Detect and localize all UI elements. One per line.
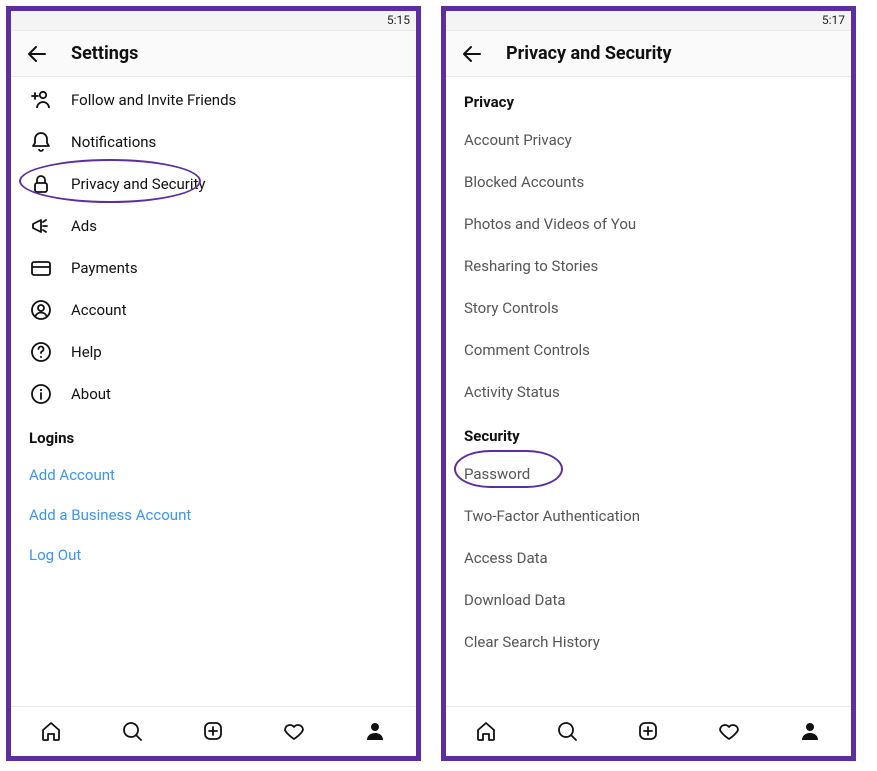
settings-item-label: Ads — [71, 217, 97, 235]
item-label: Two-Factor Authentication — [464, 507, 640, 525]
item-label: Account Privacy — [464, 131, 572, 149]
heart-icon — [282, 719, 308, 745]
home-icon — [474, 719, 500, 745]
clock: 5:15 — [387, 13, 410, 27]
search-icon — [120, 719, 146, 745]
item-label: Download Data — [464, 591, 566, 609]
item-two-factor-auth[interactable]: Two-Factor Authentication — [446, 495, 851, 537]
nav-search[interactable] — [554, 718, 582, 746]
nav-activity[interactable] — [716, 718, 744, 746]
heart-icon — [717, 719, 743, 745]
link-label: Add Account — [29, 466, 115, 484]
item-story-controls[interactable]: Story Controls — [446, 287, 851, 329]
settings-item-notifications[interactable]: Notifications — [11, 121, 416, 163]
nav-profile[interactable] — [797, 718, 825, 746]
item-password[interactable]: Password — [446, 453, 851, 495]
follow-invite-icon — [29, 88, 53, 112]
item-activity-status[interactable]: Activity Status — [446, 371, 851, 413]
item-photos-videos-of-you[interactable]: Photos and Videos of You — [446, 203, 851, 245]
settings-item-label: Privacy and Security — [71, 175, 206, 193]
item-label: Photos and Videos of You — [464, 215, 636, 233]
search-icon — [555, 719, 581, 745]
nav-activity[interactable] — [281, 718, 309, 746]
item-label: Comment Controls — [464, 341, 590, 359]
settings-item-account[interactable]: Account — [11, 289, 416, 331]
status-bar: 5:15 — [11, 11, 416, 31]
privacy-security-screen: 5:17 Privacy and Security Privacy Accoun… — [441, 6, 856, 761]
item-label: Activity Status — [464, 383, 560, 401]
profile-icon — [798, 719, 824, 745]
add-post-icon — [201, 719, 227, 745]
user-circle-icon — [29, 298, 53, 322]
link-label: Log Out — [29, 546, 81, 564]
megaphone-icon — [29, 214, 53, 238]
logins-heading: Logins — [11, 415, 416, 455]
item-access-data[interactable]: Access Data — [446, 537, 851, 579]
page-title: Settings — [71, 43, 138, 64]
back-arrow-icon — [460, 42, 484, 66]
item-account-privacy[interactable]: Account Privacy — [446, 119, 851, 161]
bottom-nav — [446, 706, 851, 756]
settings-item-label: Payments — [71, 259, 138, 277]
link-add-account[interactable]: Add Account — [11, 455, 416, 495]
card-icon — [29, 256, 53, 280]
privacy-heading: Privacy — [446, 79, 851, 119]
nav-add[interactable] — [635, 718, 663, 746]
back-button[interactable] — [460, 42, 484, 66]
lock-icon — [29, 172, 53, 196]
nav-search[interactable] — [119, 718, 147, 746]
settings-item-payments[interactable]: Payments — [11, 247, 416, 289]
privacy-list: Privacy Account Privacy Blocked Accounts… — [446, 77, 851, 706]
bottom-nav — [11, 706, 416, 756]
settings-item-follow-invite[interactable]: Follow and Invite Friends — [11, 79, 416, 121]
item-label: Story Controls — [464, 299, 559, 317]
security-heading: Security — [446, 413, 851, 453]
item-label: Clear Search History — [464, 633, 600, 651]
nav-home[interactable] — [473, 718, 501, 746]
nav-profile[interactable] — [362, 718, 390, 746]
settings-item-ads[interactable]: Ads — [11, 205, 416, 247]
item-download-data[interactable]: Download Data — [446, 579, 851, 621]
settings-item-label: Follow and Invite Friends — [71, 91, 236, 109]
item-clear-search-history[interactable]: Clear Search History — [446, 621, 851, 663]
item-comment-controls[interactable]: Comment Controls — [446, 329, 851, 371]
header: Settings — [11, 31, 416, 77]
link-log-out[interactable]: Log Out — [11, 535, 416, 575]
status-bar: 5:17 — [446, 11, 851, 31]
settings-item-about[interactable]: About — [11, 373, 416, 415]
add-post-icon — [636, 719, 662, 745]
settings-item-help[interactable]: Help — [11, 331, 416, 373]
bell-icon — [29, 130, 53, 154]
item-label: Password — [464, 465, 530, 483]
item-resharing-to-stories[interactable]: Resharing to Stories — [446, 245, 851, 287]
link-label: Add a Business Account — [29, 506, 191, 524]
nav-home[interactable] — [38, 718, 66, 746]
header: Privacy and Security — [446, 31, 851, 77]
item-label: Blocked Accounts — [464, 173, 584, 191]
item-blocked-accounts[interactable]: Blocked Accounts — [446, 161, 851, 203]
info-icon — [29, 382, 53, 406]
back-button[interactable] — [25, 42, 49, 66]
back-arrow-icon — [25, 42, 49, 66]
clock: 5:17 — [822, 13, 845, 27]
page-title: Privacy and Security — [506, 43, 672, 64]
settings-item-label: Notifications — [71, 133, 156, 151]
settings-list: Follow and Invite Friends Notifications … — [11, 77, 416, 706]
item-label: Resharing to Stories — [464, 257, 598, 275]
home-icon — [39, 719, 65, 745]
nav-add[interactable] — [200, 718, 228, 746]
settings-item-label: Account — [71, 301, 127, 319]
settings-screen: 5:15 Settings Follow and Invite Friends … — [6, 6, 421, 761]
help-icon — [29, 340, 53, 364]
link-add-business-account[interactable]: Add a Business Account — [11, 495, 416, 535]
settings-item-label: About — [71, 385, 111, 403]
item-label: Access Data — [464, 549, 548, 567]
settings-item-label: Help — [71, 343, 102, 361]
profile-icon — [363, 719, 389, 745]
settings-item-privacy-security[interactable]: Privacy and Security — [11, 163, 416, 205]
